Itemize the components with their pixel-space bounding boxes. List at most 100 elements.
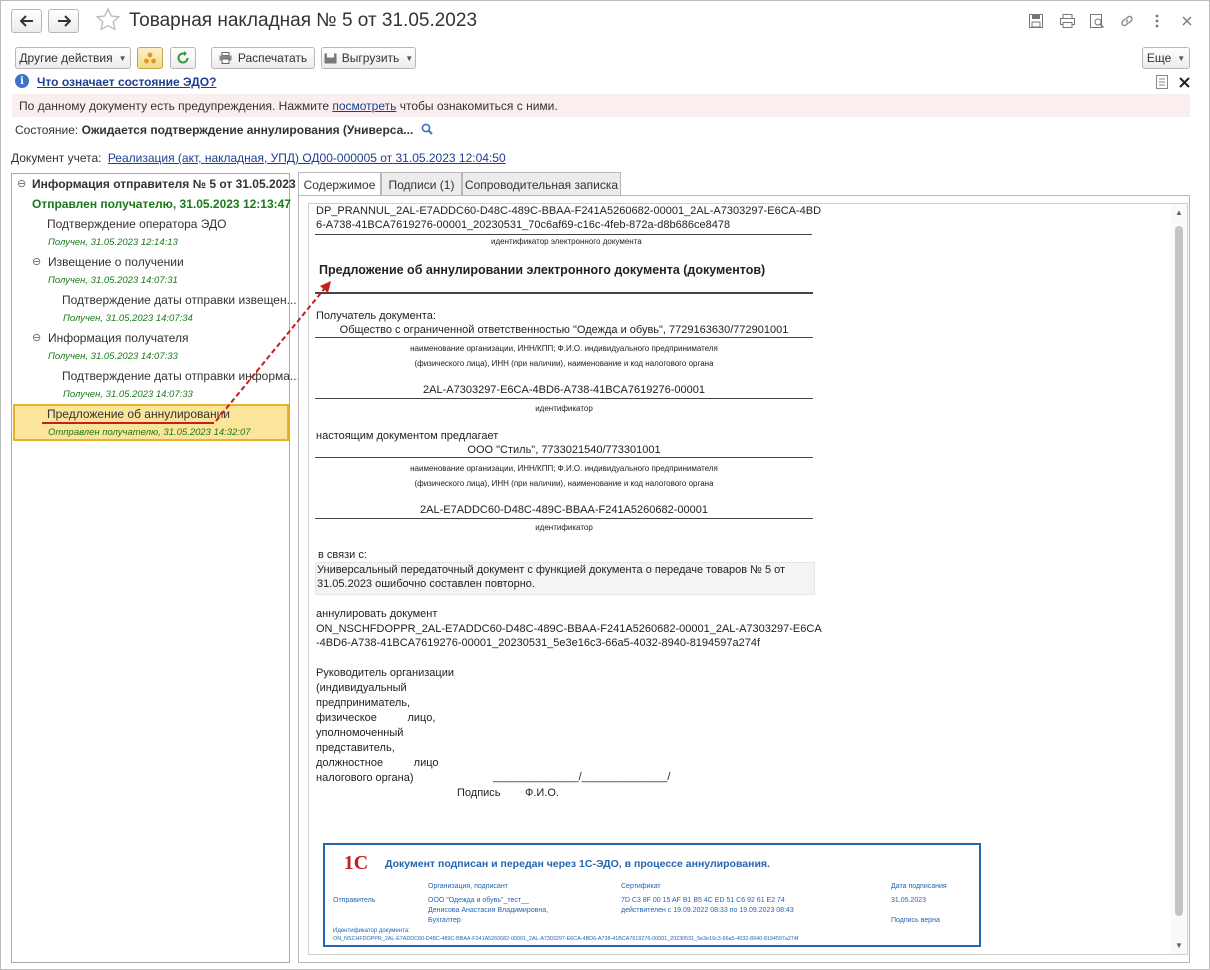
accounting-doc-line: Документ учета: Реализация (акт, накладн… <box>11 151 506 165</box>
tree-root[interactable]: Информация отправителя № 5 от 31.05.2023 <box>32 177 296 191</box>
rule <box>315 457 813 458</box>
edo-signature-stamp: 1С Документ подписан и передан через 1С-… <box>323 843 981 947</box>
head-line: предприниматель, <box>316 697 411 709</box>
head-line: физическое лицо, <box>316 712 436 724</box>
annul-id-line-2: -4BD6-A738-41BCA7619276-00001_20230531_5… <box>316 637 761 649</box>
signature-line: ______________/______________/ <box>493 771 671 783</box>
scroll-down-icon[interactable]: ▼ <box>1175 941 1183 950</box>
stamp-title: Документ подписан и передан через 1С-ЭДО… <box>385 858 770 870</box>
recipient-id: 2AL-A7303297-E6CA-4BD6-A738-41BCA7619276… <box>423 384 705 396</box>
proposes-label: настоящим документом предлагает <box>316 430 499 442</box>
tab-content[interactable]: Содержимое <box>298 172 381 197</box>
print-icon[interactable] <box>1057 11 1077 31</box>
stamp-verified: Подпись верна <box>891 917 940 924</box>
recipient-value: Общество с ограниченной ответственностью… <box>339 324 789 336</box>
document-heading: Предложение об аннулировании электронног… <box>319 263 766 277</box>
reason-line-2: 31.05.2023 ошибочно составлен повторно. <box>317 578 535 590</box>
warning-view-link[interactable]: посмотреть <box>332 99 396 113</box>
annul-label: аннулировать документ <box>316 608 438 620</box>
export-icon <box>324 53 337 64</box>
org-caption: (физического лица), ИНН (при наличии), н… <box>414 479 714 488</box>
tab-cover-note[interactable]: Сопроводительная записка <box>462 172 621 196</box>
head-line: Руководитель организации <box>316 667 455 679</box>
warning-text-end: чтобы ознакомиться с ними. <box>396 99 558 113</box>
close-panel-icon[interactable] <box>1174 72 1194 92</box>
window-title: Товарная накладная № 5 от 31.05.2023 <box>129 10 478 31</box>
stamp-signer: Денисова Анастасия Владимировна, <box>428 907 549 914</box>
state-label: Состояние: <box>15 123 79 137</box>
message-tree: ⊖ Информация отправителя № 5 от 31.05.20… <box>11 173 300 963</box>
notes-icon[interactable] <box>1152 72 1172 92</box>
tree-item-annulment-proposal[interactable]: Предложение об аннулировании <box>47 407 230 421</box>
stamp-role: Отправитель <box>333 897 376 904</box>
state-value: Ожидается подтверждение аннулирования (У… <box>81 123 414 137</box>
collapse-toggle-icon[interactable]: ⊖ <box>32 331 41 344</box>
scroll-up-icon[interactable]: ▲ <box>1175 208 1183 217</box>
accounting-doc-link[interactable]: Реализация (акт, накладная, УПД) ОД00-00… <box>108 151 506 165</box>
preview-icon[interactable] <box>1087 11 1107 31</box>
stamp-col-cert: Сертификат <box>621 883 661 890</box>
tree-item-recipient-info[interactable]: Информация получателя <box>48 331 189 345</box>
id-caption: идентификатор <box>535 404 593 413</box>
dropdown-caret-icon: ▼ <box>405 53 414 63</box>
signature-caption: Подпись Ф.И.О. <box>457 787 559 799</box>
link-icon[interactable] <box>1117 11 1137 31</box>
sender-id: 2AL-E7ADDC60-D48C-489C-BBAA-F241A5260682… <box>420 504 708 516</box>
stamp-col-org: Организация, подписант <box>428 883 508 890</box>
collapse-toggle-icon[interactable]: ⊖ <box>17 177 26 190</box>
stamp-col-date: Дата подписания <box>891 883 947 890</box>
vertical-scrollbar[interactable]: ▲ ▼ <box>1171 204 1187 954</box>
head-line: (индивидуальный <box>316 682 407 694</box>
selection-underline <box>42 422 214 424</box>
close-window-icon[interactable] <box>1177 11 1197 31</box>
search-icon[interactable] <box>421 123 433 135</box>
tree-item-operator-confirmation[interactable]: Подтверждение оператора ЭДО <box>47 217 227 231</box>
annul-id-line-1: ON_NSCHFDOPPR_2AL-E7ADDC60-D48C-489C-BBA… <box>316 623 822 635</box>
file-id-caption: идентификатор электронного документа <box>491 237 642 246</box>
reason-line-1: Универсальный передаточный документ с фу… <box>317 564 786 576</box>
other-actions-button[interactable]: Другие действия ▼ <box>15 47 131 69</box>
head-line: представитель, <box>316 742 395 754</box>
stamp-cert: 7D C3 8F 00 15 AF B1 B5 4C ED 51 C6 92 6… <box>621 897 785 904</box>
accounting-doc-label: Документ учета: <box>11 151 102 165</box>
rule <box>315 234 812 235</box>
collapse-toggle-icon[interactable]: ⊖ <box>32 255 41 268</box>
favorite-star-icon[interactable] <box>95 7 121 33</box>
refresh-button[interactable] <box>170 47 196 69</box>
tree-item-notice-date-confirmation[interactable]: Подтверждение даты отправки извещен... <box>62 293 297 307</box>
rule <box>315 337 813 338</box>
tab-signatures[interactable]: Подписи (1) <box>381 172 462 196</box>
save-icon[interactable] <box>1026 11 1046 31</box>
stamp-doc-id-label: Идентификатор документа: <box>333 928 410 934</box>
warning-bar: По данному документу есть предупреждения… <box>12 94 1190 117</box>
doc-structure-button[interactable] <box>137 47 163 69</box>
org-caption: наименование организации, ИНН/КПП; Ф.И.О… <box>410 344 718 353</box>
file-id-line-2: 6-A738-41BCA7619276-00001_20230531_70c6a… <box>316 219 731 231</box>
edo-state-help-link[interactable]: Что означает состояние ЭДО? <box>37 75 216 89</box>
more-vertical-icon[interactable] <box>1147 11 1167 31</box>
back-button[interactable] <box>11 9 42 33</box>
sender-value: ООО "Стиль", 7733021540/773301001 <box>467 444 661 456</box>
export-button[interactable]: Выгрузить ▼ <box>321 47 416 69</box>
tree-item-status: Получен, 31.05.2023 14:07:33 <box>48 351 178 362</box>
tree-item-info-date-confirmation[interactable]: Подтверждение даты отправки информа... <box>62 369 300 383</box>
forward-button[interactable] <box>48 9 79 33</box>
more-button[interactable]: Еще ▼ <box>1142 47 1190 69</box>
tree-item-status: Получен, 31.05.2023 14:07:33 <box>63 389 193 400</box>
head-line: должностное лицо <box>316 757 439 769</box>
stamp-doc-id: ON_NSCHFDOPPR_2AL-E7ADDC60-D48C-489C-BBA… <box>333 936 799 942</box>
structure-icon <box>144 52 156 64</box>
head-line: уполномоченный <box>316 727 404 739</box>
print-button[interactable]: Распечатать <box>211 47 315 69</box>
tree-item-receipt-notice[interactable]: Извещение о получении <box>48 255 184 269</box>
state-line: Состояние: Ожидается подтверждение аннул… <box>15 123 433 137</box>
scrollbar-thumb[interactable] <box>1175 226 1183 916</box>
org-caption: наименование организации, ИНН/КПП; Ф.И.О… <box>410 464 718 473</box>
dropdown-caret-icon: ▼ <box>118 53 127 63</box>
id-caption: идентификатор <box>535 523 593 532</box>
export-label: Выгрузить <box>341 51 400 65</box>
stamp-org: ООО "Одежда и обувь"_тест__ <box>428 897 529 904</box>
tree-item-status: Получен, 31.05.2023 14:07:34 <box>63 313 193 324</box>
1c-logo: 1С <box>333 851 379 875</box>
info-icon: i <box>15 74 29 88</box>
